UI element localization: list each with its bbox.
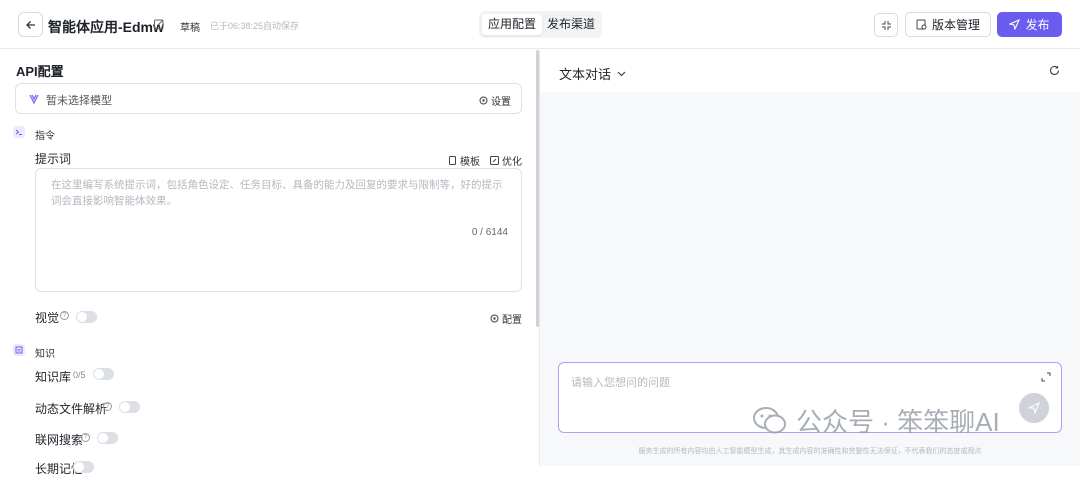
send-icon (1009, 19, 1021, 30)
doc-parse-label: 动态文件解析 (35, 402, 108, 416)
api-config-title: API配置 (16, 64, 64, 79)
collapse-icon (881, 20, 891, 30)
chat-mode-dropdown[interactable]: 文本对话 (559, 64, 626, 83)
knowledge-base-label: 知识库 (35, 370, 72, 384)
model-placeholder: 暂未选择模型 (46, 95, 112, 107)
prompt-label: 提示词 (35, 152, 72, 166)
version-icon (916, 19, 927, 30)
optimize-label: 优化 (502, 157, 522, 168)
doc-parse-toggle[interactable] (119, 401, 140, 413)
vision-config-button[interactable]: 配置 (490, 311, 522, 326)
web-search-toggle[interactable] (97, 432, 118, 444)
terminal-icon (13, 126, 25, 138)
expand-icon[interactable] (1041, 372, 1051, 382)
vision-config-label: 配置 (502, 315, 522, 326)
top-bar: 智能体应用-Edmw 草稿 已于06:38:25自动保存 应用配置 发布渠道 版… (0, 0, 1080, 49)
chat-input-placeholder: 请输入您想问的问题 (571, 377, 670, 389)
status-badge: 草稿 (180, 23, 200, 34)
tab-publish-channels[interactable]: 发布渠道 (542, 14, 600, 35)
template-button[interactable]: 模板 (448, 153, 480, 168)
publish-button[interactable]: 发布 (997, 12, 1062, 37)
prompt-placeholder: 在这里编写系统提示词，包括角色设定、任务目标、具备的能力及回复的要求与限制等，好… (51, 179, 503, 207)
long-term-memory-toggle[interactable] (73, 461, 94, 473)
watermark-text: 公众号 · 笨笨聊AI (796, 407, 1000, 437)
version-label: 版本管理 (931, 18, 980, 32)
help-icon: ? (60, 311, 69, 320)
collapse-button[interactable] (874, 13, 898, 37)
knowledge-section-label: 知识 (35, 349, 55, 360)
tab-app-config[interactable]: 应用配置 (482, 14, 542, 35)
help-icon: ? (81, 433, 90, 442)
version-management-button[interactable]: 版本管理 (905, 12, 991, 37)
knowledge-base-count: 0/5 (73, 370, 86, 380)
send-icon (1028, 402, 1040, 414)
settings-icon (490, 314, 499, 323)
web-search-label: 联网搜索 (35, 433, 84, 447)
knowledge-base-toggle[interactable] (93, 368, 114, 380)
app-title: 智能体应用-Edmw (48, 19, 164, 35)
chat-mode-label: 文本对话 (559, 67, 612, 82)
prompt-textarea[interactable]: 在这里编写系统提示词，包括角色设定、任务目标、具备的能力及回复的要求与限制等，好… (35, 168, 522, 292)
optimize-icon (490, 156, 499, 165)
template-icon (449, 156, 456, 165)
edit-icon[interactable] (153, 18, 165, 30)
send-button[interactable] (1019, 393, 1049, 423)
config-tabs: 应用配置 发布渠道 (479, 11, 602, 38)
chevron-down-icon (617, 71, 626, 76)
arrow-left-icon (25, 20, 35, 29)
template-label: 模板 (460, 157, 480, 168)
disclaimer-text: 服务生成的所有内容均由人工智能模型生成，其生成内容的准确性和完整性无法保证，不代… (638, 448, 982, 455)
publish-label: 发布 (1025, 18, 1050, 32)
preview-header: 文本对话 (540, 50, 1080, 92)
knowledge-icon (13, 344, 25, 356)
prompt-char-count: 0 / 6144 (471, 227, 508, 238)
instructions-section-label: 指令 (35, 131, 55, 142)
model-settings-button[interactable]: 设置 (479, 93, 511, 108)
settings-icon (479, 96, 488, 105)
wechat-icon (753, 406, 786, 433)
config-panel: API配置 暂未选择模型 设置 指令 提示词 模板 优化 在这里编写系统提示词，… (0, 50, 538, 476)
help-icon: ? (103, 402, 112, 411)
model-selector[interactable]: 暂未选择模型 设置 (15, 83, 522, 114)
back-button[interactable] (18, 12, 43, 37)
vision-toggle[interactable] (76, 311, 97, 323)
optimize-button[interactable]: 优化 (490, 153, 522, 168)
watermark: 公众号 · 笨笨聊AI (752, 402, 1000, 439)
autosave-text: 已于06:38:25自动保存 (210, 21, 300, 31)
vision-label: 视觉 (35, 311, 60, 325)
refresh-icon[interactable] (1049, 65, 1060, 76)
model-icon (29, 94, 39, 105)
model-settings-label: 设置 (491, 97, 511, 108)
